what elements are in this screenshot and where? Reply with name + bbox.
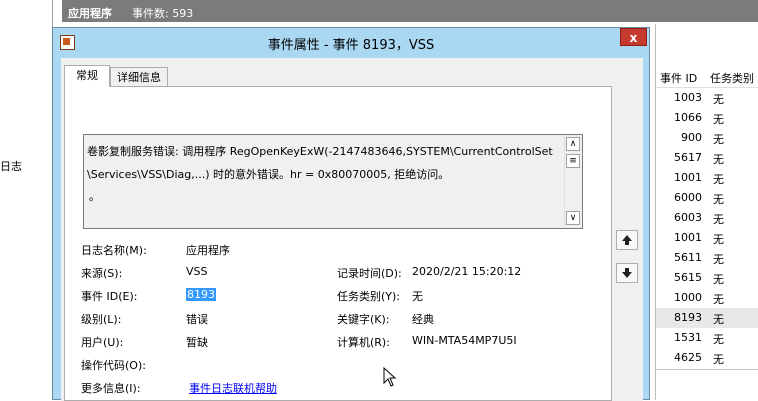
log-name-value: 应用程序 bbox=[186, 244, 230, 257]
user-label: 用户(U): bbox=[81, 336, 124, 349]
task-category-cell: 无 bbox=[713, 253, 724, 266]
task-category-cell: 无 bbox=[713, 173, 724, 186]
task-category-cell: 无 bbox=[713, 213, 724, 226]
close-button[interactable]: x bbox=[620, 28, 647, 46]
arrow-up-icon bbox=[622, 235, 632, 245]
column-header-task-category[interactable]: 任务类别 bbox=[710, 70, 754, 86]
description-scrollbar[interactable]: ∧ ≡ ∨ bbox=[564, 135, 582, 228]
task-category-cell: 无 bbox=[713, 353, 724, 366]
event-row[interactable]: 4625 无 bbox=[656, 348, 758, 368]
event-row[interactable]: 6000 无 bbox=[656, 188, 758, 208]
task-category-cell: 无 bbox=[713, 313, 724, 326]
log-name-label: 日志名称(M): bbox=[81, 244, 147, 257]
event-row[interactable]: 5611 无 bbox=[656, 248, 758, 268]
nav-item-logs[interactable]: 日志 bbox=[0, 158, 22, 174]
mouse-cursor-icon bbox=[383, 367, 397, 387]
log-header-bar: 应用程序 事件数: 593 bbox=[62, 0, 758, 22]
online-help-link[interactable]: 事件日志联机帮助 bbox=[189, 382, 277, 395]
scroll-down-icon[interactable]: ∨ bbox=[566, 211, 580, 225]
task-category-cell: 无 bbox=[713, 113, 724, 126]
previous-event-button[interactable] bbox=[616, 230, 638, 250]
task-category-cell: 无 bbox=[713, 273, 724, 286]
task-category-cell: 无 bbox=[713, 133, 724, 146]
event-row[interactable]: 5615 无 bbox=[656, 268, 758, 288]
task-category-cell: 无 bbox=[713, 233, 724, 246]
event-id-cell: 1066 bbox=[674, 111, 702, 124]
event-id-cell: 1001 bbox=[674, 231, 702, 244]
level-value: 错误 bbox=[186, 313, 208, 326]
event-count: 事件数: 593 bbox=[132, 7, 194, 20]
event-list-header: 事件 ID 任务类别 bbox=[656, 67, 758, 88]
event-id-cell: 5617 bbox=[674, 151, 702, 164]
event-description-box[interactable]: 卷影复制服务错误: 调用程序 RegOpenKeyExW(-2147483646… bbox=[83, 134, 583, 229]
source-label: 来源(S): bbox=[81, 267, 123, 280]
log-name-heading: 应用程序 bbox=[68, 7, 112, 20]
scroll-up-icon[interactable]: ∧ bbox=[566, 137, 580, 151]
event-id-cell: 1001 bbox=[674, 171, 702, 184]
task-category-value: 无 bbox=[412, 290, 423, 303]
opcode-label: 操作代码(O): bbox=[81, 359, 146, 372]
task-category-cell: 无 bbox=[713, 93, 724, 106]
tab-details[interactable]: 详细信息 bbox=[110, 67, 168, 87]
event-id-cell: 900 bbox=[681, 131, 702, 144]
task-category-cell: 无 bbox=[713, 193, 724, 206]
event-id-cell: 8193 bbox=[674, 311, 702, 324]
task-category-cell: 无 bbox=[713, 293, 724, 306]
description-line-1: 卷影复制服务错误: 调用程序 RegOpenKeyExW(-2147483646… bbox=[87, 145, 553, 158]
computer-label: 计算机(R): bbox=[337, 336, 390, 349]
dialog-client-area: 卷影复制服务错误: 调用程序 RegOpenKeyExW(-2147483646… bbox=[61, 58, 643, 401]
event-row[interactable]: 1531 无 bbox=[656, 328, 758, 348]
dialog-titlebar[interactable]: 事件属性 - 事件 8193，VSS x bbox=[53, 28, 649, 56]
more-info-label: 更多信息(I): bbox=[81, 382, 141, 395]
computer-value: WIN-MTA54MP7U5I bbox=[412, 334, 517, 347]
source-value: VSS bbox=[186, 265, 208, 278]
event-row[interactable]: 5617 无 bbox=[656, 148, 758, 168]
event-row[interactable]: 1003 无 bbox=[656, 88, 758, 108]
task-category-cell: 无 bbox=[713, 333, 724, 346]
level-label: 级别(L): bbox=[81, 313, 122, 326]
keywords-value: 经典 bbox=[412, 313, 434, 326]
event-properties-dialog: 事件属性 - 事件 8193，VSS x 卷影复制服务错误: 调用程序 RegO… bbox=[52, 27, 650, 401]
event-id-cell: 4625 bbox=[674, 351, 702, 364]
event-id-cell: 1000 bbox=[674, 291, 702, 304]
task-category-label: 任务类别(Y): bbox=[337, 290, 401, 303]
event-row[interactable]: 6003 无 bbox=[656, 208, 758, 228]
task-category-cell: 无 bbox=[713, 153, 724, 166]
event-row[interactable]: 900 无 bbox=[656, 128, 758, 148]
general-tab-panel: 卷影复制服务错误: 调用程序 RegOpenKeyExW(-2147483646… bbox=[64, 86, 612, 401]
event-id-cell: 6000 bbox=[674, 191, 702, 204]
event-id-cell: 6003 bbox=[674, 211, 702, 224]
event-row[interactable]: 1066 无 bbox=[656, 108, 758, 128]
navigation-pane bbox=[0, 0, 53, 400]
event-list: 事件 ID 任务类别 1003 无 1066 无 900 无 5617 无 1001 无 6000 无… bbox=[655, 24, 758, 401]
scroll-thumb[interactable]: ≡ bbox=[566, 154, 580, 168]
event-row[interactable]: 8193 无 bbox=[656, 308, 758, 328]
event-id-cell: 5615 bbox=[674, 271, 702, 284]
logged-value: 2020/2/21 15:20:12 bbox=[412, 265, 522, 278]
event-id-value[interactable]: 8193 bbox=[186, 288, 216, 301]
user-value: 暂缺 bbox=[186, 336, 208, 349]
event-row[interactable]: 1001 无 bbox=[656, 228, 758, 248]
description-line-3: 。 bbox=[89, 190, 100, 203]
event-id-cell: 1531 bbox=[674, 331, 702, 344]
column-header-event-id[interactable]: 事件 ID bbox=[660, 70, 697, 86]
next-event-button[interactable] bbox=[616, 263, 638, 283]
arrow-down-icon bbox=[622, 268, 632, 278]
event-row[interactable]: 1001 无 bbox=[656, 168, 758, 188]
keywords-label: 关键字(K): bbox=[337, 313, 390, 326]
logged-label: 记录时间(D): bbox=[337, 267, 402, 280]
tab-general[interactable]: 常规 bbox=[64, 65, 110, 87]
event-id-cell: 5611 bbox=[674, 251, 702, 264]
dialog-title: 事件属性 - 事件 8193，VSS bbox=[267, 38, 435, 53]
event-id-cell: 1003 bbox=[674, 91, 702, 104]
event-list-footer bbox=[656, 369, 758, 401]
description-line-2: \Services\VSS\Diag,...) 时的意外错误。hr = 0x80… bbox=[87, 168, 450, 181]
event-id-label: 事件 ID(E): bbox=[81, 290, 138, 303]
event-row[interactable]: 1000 无 bbox=[656, 288, 758, 308]
